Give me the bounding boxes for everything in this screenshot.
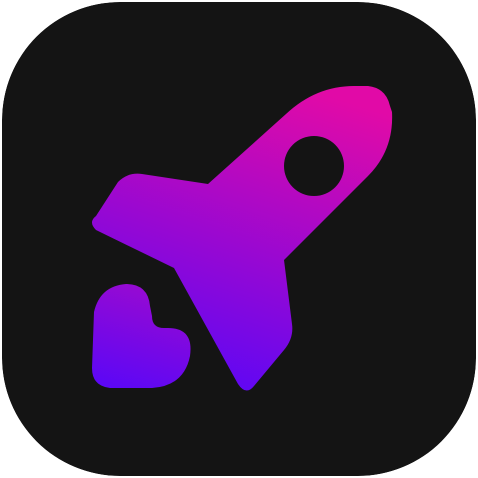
app-icon-graphic — [2, 2, 476, 476]
icon-canvas — [0, 0, 478, 478]
rocket-app-icon[interactable] — [2, 2, 476, 476]
